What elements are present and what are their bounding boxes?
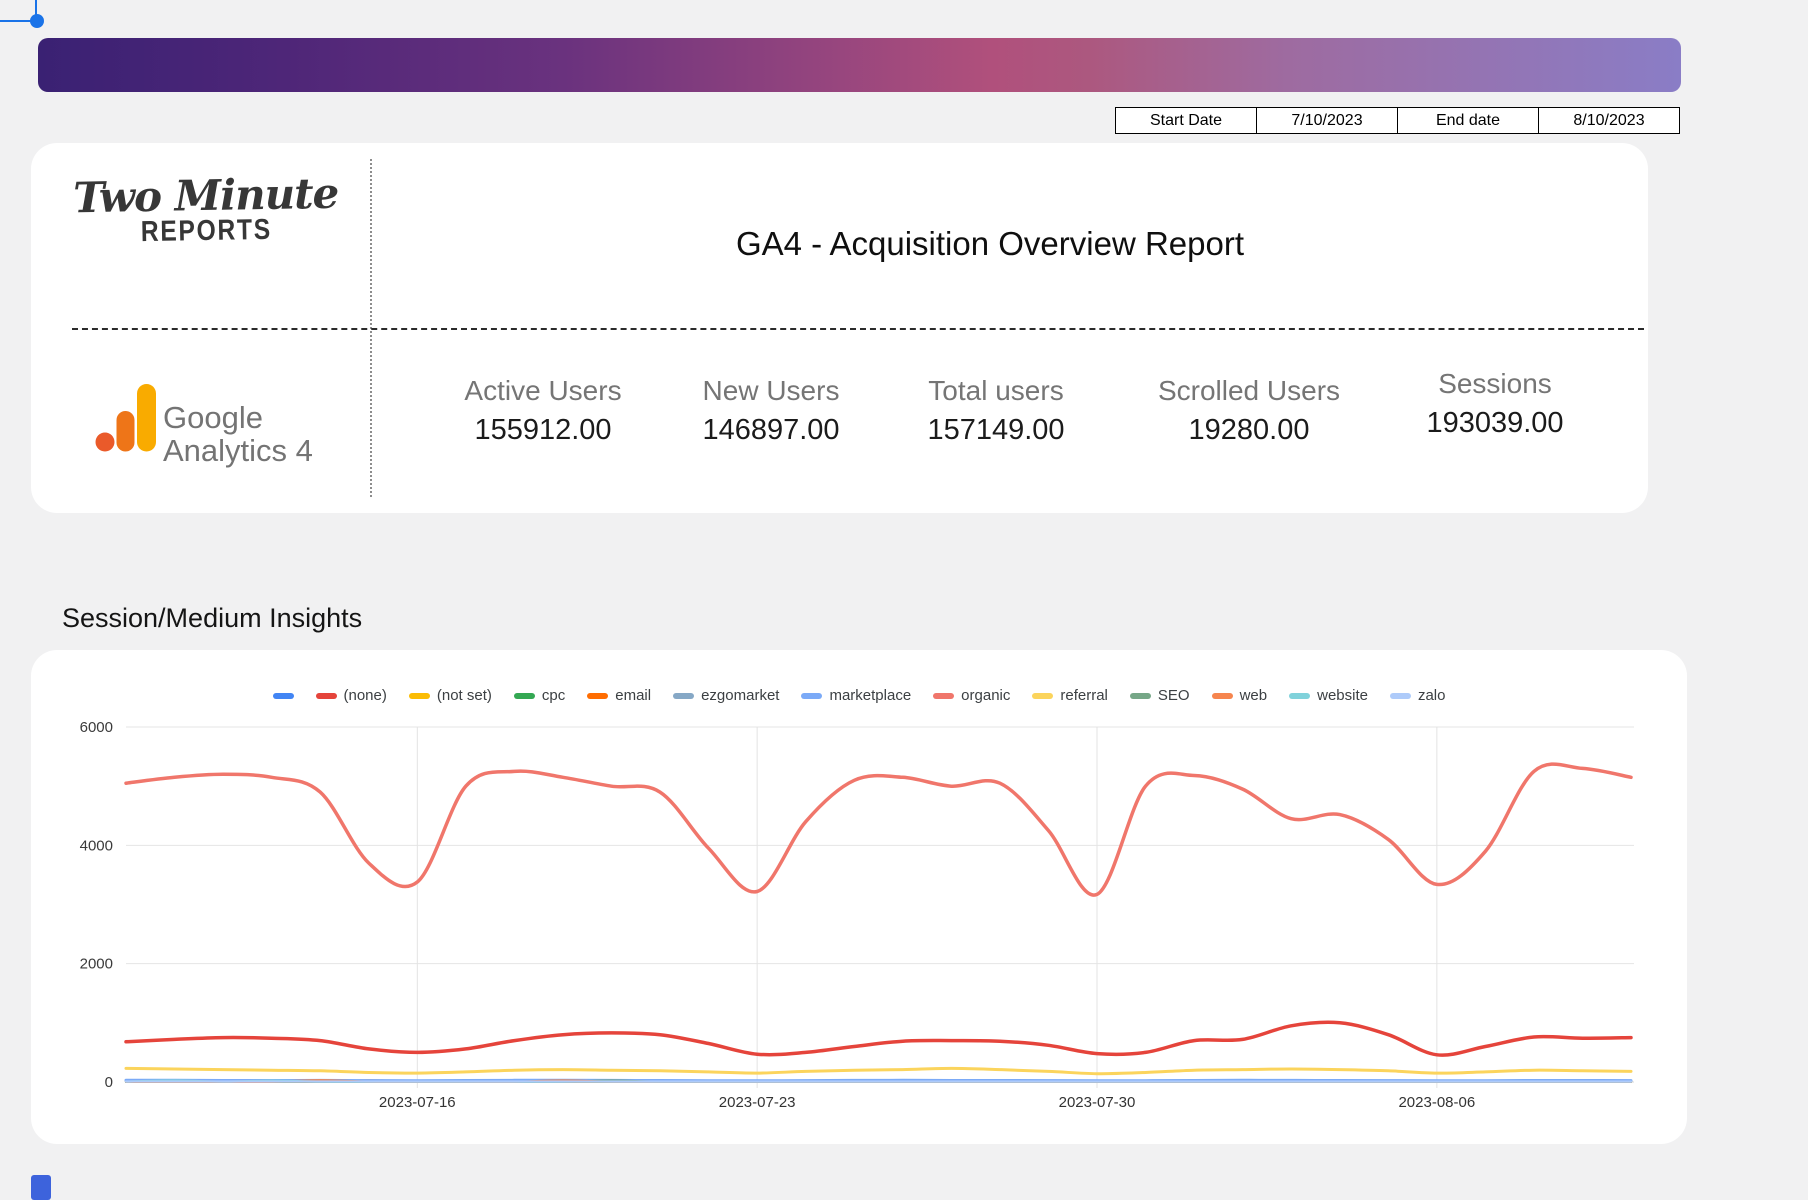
series-line xyxy=(126,764,1631,895)
x-axis-label: 2023-08-06 xyxy=(1398,1094,1475,1111)
brand-caps-text: REPORTS xyxy=(87,215,325,248)
section-title: Session/Medium Insights xyxy=(62,603,362,634)
end-date-value[interactable]: 8/10/2023 xyxy=(1539,107,1680,134)
chart-card: (none)(not set)cpcemailezgomarketmarketp… xyxy=(31,650,1687,1144)
start-date-label: Start Date xyxy=(1115,107,1257,134)
metric-value: 157149.00 xyxy=(856,414,1136,447)
report-page: Start Date 7/10/2023 End date 8/10/2023 … xyxy=(0,0,1808,1200)
x-axis-label: 2023-07-23 xyxy=(719,1094,796,1111)
two-minute-reports-logo: Two Minute REPORTS xyxy=(65,173,346,249)
y-axis-label: 4000 xyxy=(80,837,113,854)
metric-label: Total users xyxy=(856,375,1136,407)
metric-sessions: Sessions 193039.00 xyxy=(1355,368,1635,440)
y-axis-label: 0 xyxy=(105,1074,113,1091)
metric-label: Sessions xyxy=(1355,368,1635,400)
metric-value: 19280.00 xyxy=(1109,414,1389,447)
brand-script-text: Two Minute xyxy=(65,173,346,220)
metric-label: Scrolled Users xyxy=(1109,375,1389,407)
start-date-value[interactable]: 7/10/2023 xyxy=(1257,107,1398,134)
x-axis-label: 2023-07-16 xyxy=(379,1094,456,1111)
ga-logo-text-top: Google xyxy=(163,400,263,435)
y-axis-label: 2000 xyxy=(80,956,113,973)
metric-total-users: Total users 157149.00 xyxy=(856,375,1136,447)
ga-logo-text-bottom: Analytics 4 xyxy=(163,433,313,468)
y-axis-label: 6000 xyxy=(80,719,113,736)
series-line xyxy=(126,1022,1631,1055)
google-analytics-logo: Google Analytics 4 xyxy=(91,368,371,468)
horizontal-dashed-divider xyxy=(72,328,1644,330)
ga-logo-mid-bar xyxy=(117,411,135,452)
chart-plot[interactable]: 0 2000 4000 6000 2023-07-16 2023-07-23 2023-07… xyxy=(31,650,1687,1144)
metric-value: 193039.00 xyxy=(1355,407,1635,440)
report-header-card: Two Minute REPORTS GA4 - Acquisition Ove… xyxy=(31,143,1648,513)
series-line xyxy=(126,1068,1631,1073)
selection-marker-dot[interactable] xyxy=(30,14,44,28)
date-filter: Start Date 7/10/2023 End date 8/10/2023 xyxy=(1115,107,1680,134)
ga-logo-tall-bar xyxy=(137,384,156,452)
report-title: GA4 - Acquisition Overview Report xyxy=(370,225,1610,263)
metric-scrolled-users: Scrolled Users 19280.00 xyxy=(1109,375,1389,447)
corner-decoration xyxy=(31,1175,51,1200)
banner-gradient-bar xyxy=(38,38,1681,92)
x-axis-label: 2023-07-30 xyxy=(1059,1094,1136,1111)
ga-logo-dot xyxy=(96,433,115,452)
end-date-label: End date xyxy=(1398,107,1539,134)
